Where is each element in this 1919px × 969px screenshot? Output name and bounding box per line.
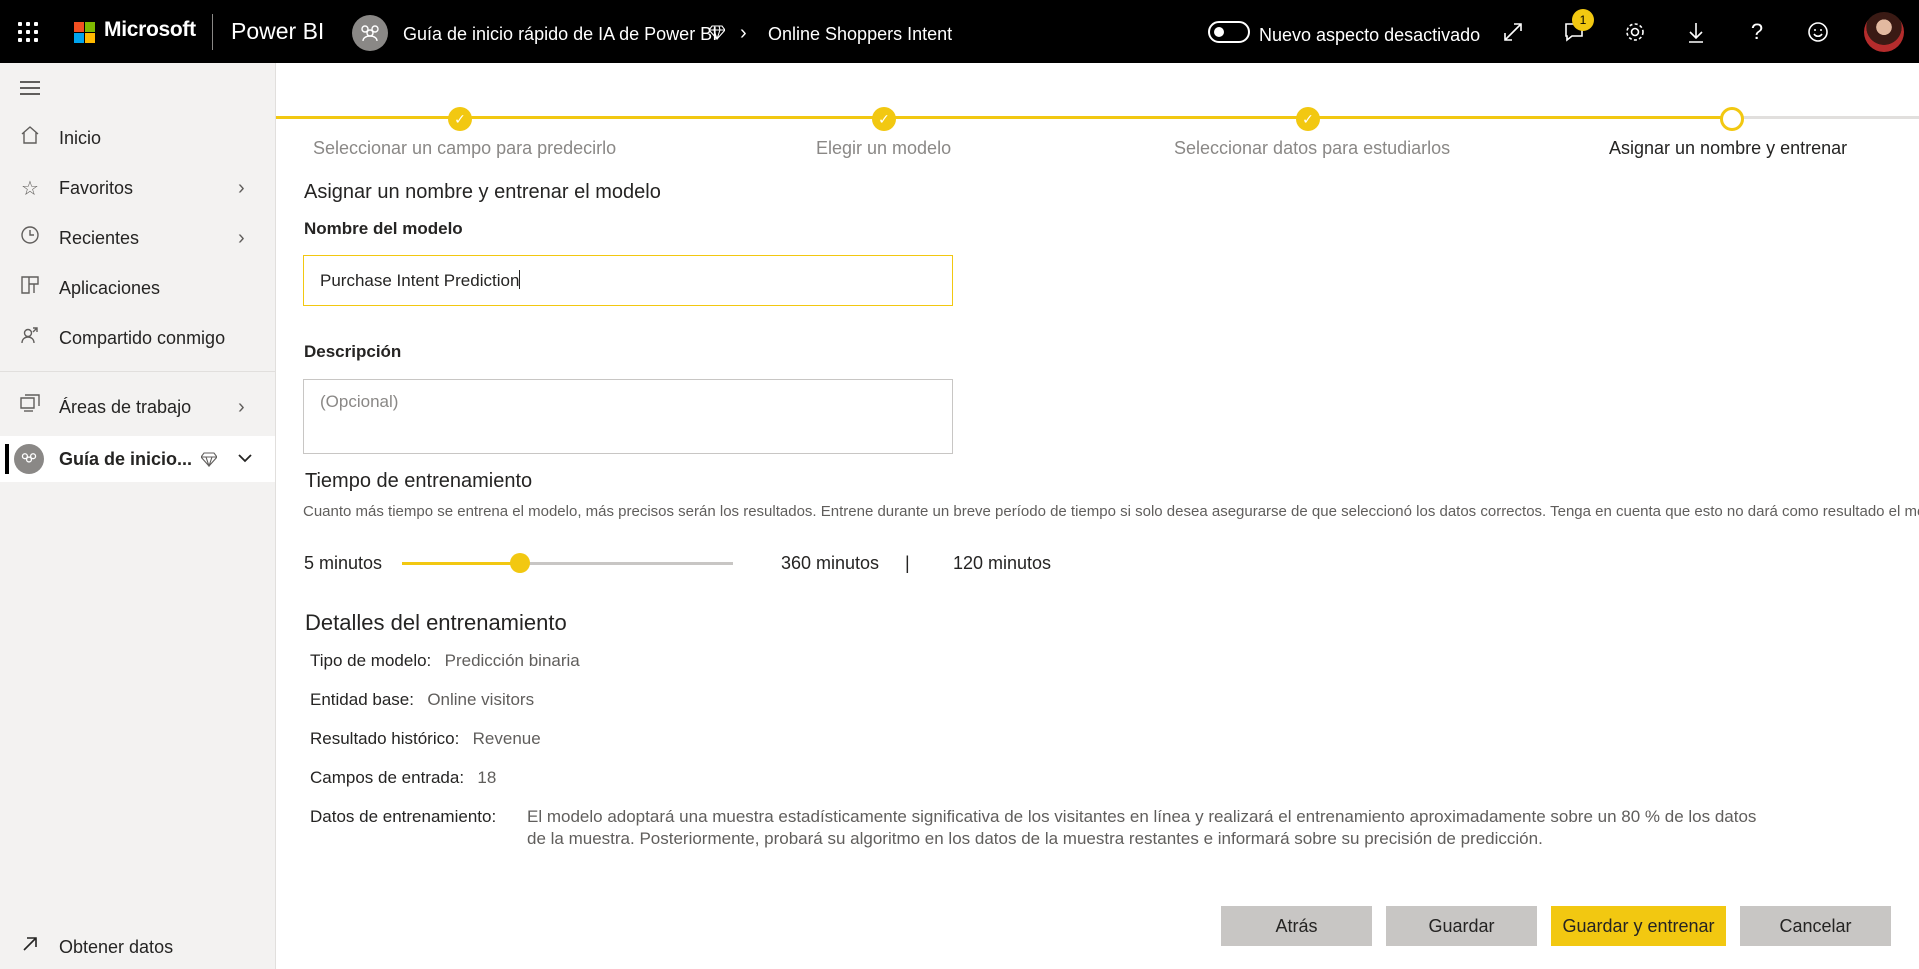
sidebar-item-aplicaciones[interactable]: Aplicaciones [0, 266, 275, 310]
breadcrumb-workspace[interactable]: Guía de inicio rápido de IA de Power BI [403, 24, 717, 45]
get-data-button[interactable]: Obtener datos [0, 925, 275, 969]
step-4-label: Asignar un nombre y entrenar [1609, 138, 1848, 158]
training-data-label: Datos de entrenamiento: [310, 807, 497, 826]
training-time-slider-thumb[interactable] [510, 553, 530, 573]
divider [0, 371, 275, 372]
premium-diamond-icon [708, 24, 726, 45]
training-data-line-2: de la muestra. Posteriormente, probará s… [527, 829, 1543, 848]
active-indicator [5, 444, 9, 474]
left-nav: Inicio ☆ Favoritos › Recientes › Aplicac… [0, 63, 276, 969]
step-done-check-icon: ✓ [448, 107, 472, 131]
detail-label: Entidad base: [310, 690, 414, 709]
detail-value: Revenue [472, 729, 541, 748]
slider-min-label: 5 minutos [304, 553, 383, 573]
training-time-title: Tiempo de entrenamiento [305, 470, 533, 492]
model-name-input[interactable]: Purchase Intent Prediction [303, 255, 953, 306]
detail-row-input-fields: Campos de entrada: 18 [310, 768, 496, 788]
chevron-down-icon[interactable] [236, 449, 254, 472]
back-button[interactable]: Atrás [1221, 906, 1372, 946]
slider-separator: | [905, 553, 910, 573]
premium-diamond-icon [200, 451, 218, 472]
home-icon [18, 125, 42, 151]
breadcrumb-chevron-icon: › [740, 22, 747, 44]
sidebar-item-label: Favoritos [59, 177, 134, 198]
user-avatar[interactable] [1864, 12, 1904, 52]
slider-max-label: 360 minutos [781, 553, 880, 573]
step-current-indicator [1720, 107, 1744, 131]
download-icon[interactable] [1683, 19, 1709, 45]
chevron-right-icon: › [238, 395, 245, 418]
description-input[interactable]: (Opcional) [303, 379, 953, 454]
stepper-progress-line [276, 116, 1732, 119]
microsoft-logo [74, 22, 95, 43]
chevron-right-icon: › [238, 226, 245, 249]
step-1-label[interactable]: Seleccionar un campo para predecirlo [313, 138, 616, 159]
sidebar-item-label: Inicio [59, 127, 102, 148]
model-name-label: Nombre del modelo [304, 219, 463, 238]
breadcrumb-item[interactable]: Online Shoppers Intent [768, 24, 952, 45]
main-content: ✓ ✓ ✓ Seleccionar un campo para predecir… [276, 63, 1919, 969]
description-label: Descripción [304, 342, 402, 361]
training-data-line-1: El modelo adoptará una muestra estadísti… [527, 807, 1757, 826]
detail-label: Resultado histórico: [310, 729, 460, 748]
help-icon[interactable]: ? [1744, 19, 1770, 45]
divider [212, 14, 213, 50]
new-look-toggle[interactable] [1208, 21, 1250, 43]
app-name[interactable]: Power BI [231, 18, 324, 45]
sidebar-item-areas-de-trabajo[interactable]: Áreas de trabajo › [0, 385, 275, 429]
notification-count-badge: 1 [1572, 9, 1594, 31]
brand-name: Microsoft [104, 18, 196, 41]
arrow-up-right-icon [18, 935, 42, 959]
shared-icon [18, 325, 42, 351]
star-icon: ☆ [21, 177, 39, 200]
sidebar-item-favoritos[interactable]: ☆ Favoritos › [0, 166, 275, 210]
feedback-smiley-icon[interactable] [1805, 19, 1831, 45]
step-done-check-icon: ✓ [1296, 107, 1320, 131]
step-3-label[interactable]: Seleccionar datos para estudiarlos [1174, 138, 1450, 159]
sidebar-item-inicio[interactable]: Inicio [0, 116, 275, 160]
hamburger-menu-icon[interactable] [20, 81, 40, 95]
slider-track-filled [402, 562, 519, 565]
workspace-avatar-icon [352, 15, 388, 51]
sidebar-item-recientes[interactable]: Recientes › [0, 216, 275, 260]
sidebar-item-label: Compartido conmigo [59, 327, 226, 348]
cancel-button[interactable]: Cancelar [1740, 906, 1891, 946]
sidebar-item-label: Guía de inicio... [59, 448, 193, 469]
step-done-check-icon: ✓ [872, 107, 896, 131]
stepper-remaining-line [1732, 116, 1919, 119]
sidebar-item-compartido[interactable]: Compartido conmigo [0, 316, 275, 360]
settings-icon[interactable] [1622, 19, 1648, 45]
apps-icon [18, 275, 42, 301]
workspace-avatar-icon [14, 444, 44, 474]
chevron-right-icon: › [238, 176, 245, 199]
model-name-value: Purchase Intent Prediction [320, 271, 520, 290]
clock-icon [18, 225, 42, 251]
waffle-icon[interactable] [16, 20, 40, 44]
detail-row-base-entity: Entidad base: Online visitors [310, 690, 534, 710]
detail-value: Predicción binaria [444, 651, 580, 670]
save-and-train-button[interactable]: Guardar y entrenar [1551, 906, 1726, 946]
get-data-label: Obtener datos [59, 936, 174, 957]
detail-value: 18 [477, 768, 497, 787]
detail-label: Tipo de modelo: [310, 651, 432, 670]
save-button[interactable]: Guardar [1386, 906, 1537, 946]
top-bar: Microsoft Power BI Guía de inicio rápido… [0, 0, 1919, 63]
detail-label: Campos de entrada: [310, 768, 465, 787]
form-title: Asignar un nombre y entrenar el modelo [304, 181, 661, 203]
sidebar-item-label: Recientes [59, 227, 140, 248]
detail-value: Online visitors [427, 690, 535, 709]
sidebar-item-guia-de-inicio[interactable]: Guía de inicio... [0, 436, 275, 482]
sidebar-item-label: Áreas de trabajo [59, 396, 192, 417]
step-2-label[interactable]: Elegir un modelo [816, 138, 951, 159]
training-details-title: Detalles del entrenamiento [305, 610, 567, 635]
slider-current-value: 120 minutos [953, 553, 1052, 573]
workspaces-icon [18, 394, 42, 420]
detail-row-historical-outcome: Resultado histórico: Revenue [310, 729, 541, 749]
training-time-help: Cuanto más tiempo se entrena el modelo, … [303, 503, 1919, 520]
detail-row-model-type: Tipo de modelo: Predicción binaria [310, 651, 580, 671]
sidebar-item-label: Aplicaciones [59, 277, 161, 298]
expand-icon[interactable] [1500, 19, 1526, 45]
slider-track[interactable] [519, 562, 733, 565]
new-look-toggle-label: Nuevo aspecto desactivado [1259, 25, 1481, 45]
